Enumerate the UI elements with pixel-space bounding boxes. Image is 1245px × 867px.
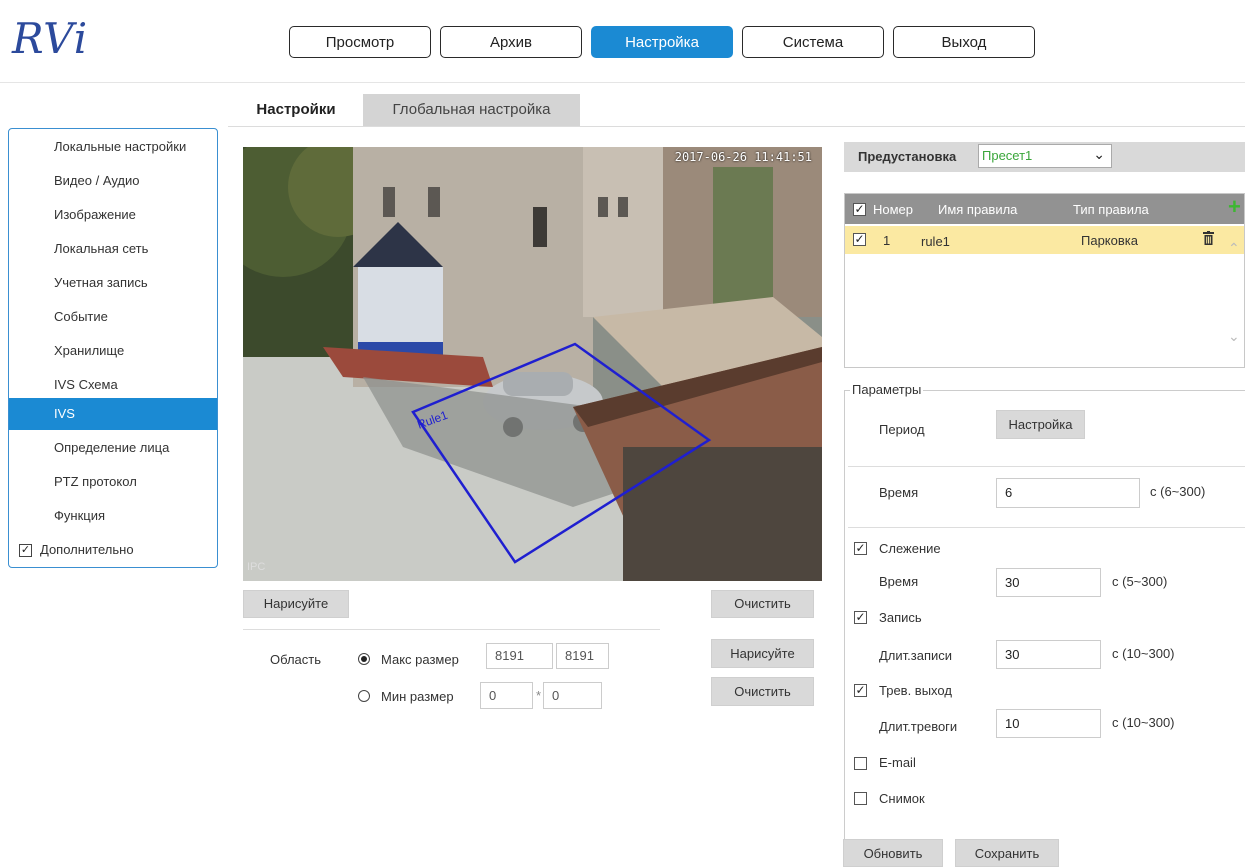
time-divider [848, 527, 1245, 528]
scroll-down-icon[interactable]: ⌄ [1228, 328, 1240, 345]
nav-logout[interactable]: Выход [893, 26, 1035, 58]
sidebar-item-ptz-protocol[interactable]: PTZ протокол [9, 466, 217, 498]
alarm-out-checkbox[interactable]: ✓ [854, 684, 867, 697]
period-settings-button[interactable]: Настройка [996, 410, 1085, 439]
tracking-range: с (5~300) [1112, 574, 1168, 589]
trash-icon[interactable] [1203, 231, 1214, 245]
tracking-label: Слежение [879, 541, 941, 556]
tracking-time-label: Время [879, 574, 919, 589]
sidebar-item-network[interactable]: Локальная сеть [9, 233, 217, 265]
record-duration-label: Длит.записи [879, 648, 953, 663]
top-divider [0, 82, 1245, 83]
nav-view[interactable]: Просмотр [289, 26, 431, 58]
min-size-label: Мин размер [381, 689, 454, 704]
preset-bar: Предустановка Пресет1 ⌄ [844, 142, 1245, 172]
sidebar-item-face-detection[interactable]: Определение лица [9, 432, 217, 464]
row-rule-type: Парковка [1081, 233, 1138, 248]
parameters-legend: Параметры [850, 382, 924, 397]
rules-table: ✓ Номер Имя правила Тип правила + ✓ 1 ru… [844, 193, 1245, 368]
scroll-up-icon[interactable]: ⌃ [1228, 240, 1240, 257]
min-size-separator: * [536, 688, 542, 703]
nav-archive[interactable]: Архив [440, 26, 582, 58]
header-number: Номер [873, 202, 914, 217]
tab-global-settings[interactable]: Глобальная настройка [363, 94, 580, 126]
alarm-out-label: Трев. выход [879, 683, 952, 698]
max-width-field[interactable]: 8191 [486, 643, 553, 669]
tracking-time-field[interactable]: 30 [996, 568, 1101, 597]
clear-button[interactable]: Очистить [711, 590, 814, 618]
area-draw-button[interactable]: Нарисуйте [711, 639, 814, 668]
preset-label: Предустановка [858, 149, 957, 164]
record-range: с (10~300) [1112, 646, 1175, 661]
time-range: с (6~300) [1150, 484, 1206, 499]
sidebar-menu: Локальные настройки Видео / Аудио Изобра… [8, 128, 218, 568]
sidebar-item-video-audio[interactable]: Видео / Аудио [9, 165, 217, 197]
area-label: Область [270, 652, 322, 667]
nav-settings[interactable]: Настройка [591, 26, 733, 58]
chevron-down-icon: ⌄ [1093, 146, 1105, 162]
min-height-field[interactable]: 0 [543, 682, 602, 709]
rules-table-header: ✓ Номер Имя правила Тип правила + [845, 194, 1244, 224]
record-checkbox[interactable]: ✓ [854, 611, 867, 624]
time-field[interactable]: 6 [996, 478, 1140, 508]
add-rule-icon[interactable]: + [1228, 196, 1241, 218]
sidebar-item-storage[interactable]: Хранилище [9, 335, 217, 367]
alarm-range: с (10~300) [1112, 715, 1175, 730]
advanced-checkbox[interactable]: ✓ [19, 544, 32, 557]
tracking-checkbox[interactable]: ✓ [854, 542, 867, 555]
email-label: E-mail [879, 755, 916, 770]
draw-button[interactable]: Нарисуйте [243, 590, 349, 618]
sidebar-item-account[interactable]: Учетная запись [9, 267, 217, 299]
sidebar-item-function[interactable]: Функция [9, 500, 217, 532]
logo: RVi [12, 14, 89, 63]
preset-value: Пресет1 [982, 148, 1033, 163]
snapshot-checkbox[interactable] [854, 792, 867, 805]
max-height-field[interactable]: 8191 [556, 643, 609, 669]
sidebar-item-advanced[interactable]: ✓ Дополнительно [9, 534, 217, 566]
max-size-label: Макс размер [381, 652, 459, 667]
period-divider [848, 466, 1245, 467]
sidebar-item-ivs-scheme[interactable]: IVS Схема [9, 369, 217, 401]
alarm-duration-label: Длит.тревоги [879, 719, 958, 734]
sidebar-item-image[interactable]: Изображение [9, 199, 217, 231]
time-label: Время [879, 485, 919, 500]
record-duration-field[interactable]: 30 [996, 640, 1101, 669]
table-row[interactable]: ✓ 1 rule1 Парковка [845, 226, 1244, 254]
snapshot-label: Снимок [879, 791, 925, 806]
video-camera-label: IPC [247, 561, 266, 573]
row-number: 1 [883, 233, 891, 248]
header-rule-type: Тип правила [1073, 202, 1149, 217]
sidebar-item-ivs[interactable]: IVS [9, 398, 217, 430]
refresh-button[interactable]: Обновить [843, 839, 943, 867]
min-size-radio[interactable] [358, 690, 370, 702]
email-checkbox[interactable] [854, 757, 867, 770]
video-preview[interactable]: Rule1 2017-06-26 11:41:51 IPC [243, 147, 822, 581]
save-button[interactable]: Сохранить [955, 839, 1059, 867]
max-size-radio[interactable] [358, 653, 370, 665]
tab-settings[interactable]: Настройки [234, 94, 358, 126]
header-rule-name: Имя правила [938, 202, 1018, 217]
tab-divider [228, 126, 1245, 127]
top-nav: Просмотр Архив Настройка Система Выход [289, 26, 1035, 58]
area-clear-button[interactable]: Очистить [711, 677, 814, 706]
record-label: Запись [879, 610, 922, 625]
preset-select[interactable]: Пресет1 ⌄ [978, 144, 1112, 168]
select-all-checkbox[interactable]: ✓ [853, 203, 866, 216]
camera-scene: Rule1 [243, 147, 822, 581]
min-width-field[interactable]: 0 [480, 682, 533, 709]
sidebar-item-local-settings[interactable]: Локальные настройки [9, 131, 217, 163]
row-rule-name: rule1 [921, 234, 950, 249]
period-label: Период [879, 422, 925, 437]
video-timestamp: 2017-06-26 11:41:51 [674, 150, 812, 164]
nav-system[interactable]: Система [742, 26, 884, 58]
row-checkbox[interactable]: ✓ [853, 233, 866, 246]
sidebar-item-event[interactable]: Событие [9, 301, 217, 333]
sidebar-item-advanced-label: Дополнительно [40, 542, 134, 557]
area-divider [243, 629, 660, 630]
alarm-duration-field[interactable]: 10 [996, 709, 1101, 738]
